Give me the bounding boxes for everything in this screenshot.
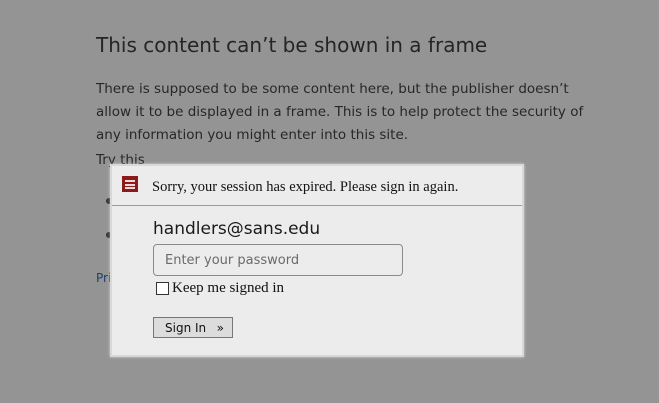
sign-in-label: Sign In bbox=[165, 320, 207, 335]
session-expired-dialog: Sorry, your session has expired. Please … bbox=[110, 164, 524, 357]
password-input[interactable] bbox=[153, 244, 403, 276]
keep-signed-in-label: Keep me signed in bbox=[172, 279, 285, 296]
sign-in-button[interactable]: Sign In » bbox=[153, 317, 233, 338]
keep-signed-in-checkbox[interactable] bbox=[156, 281, 169, 295]
session-expired-message: Sorry, your session has expired. Please … bbox=[152, 179, 459, 195]
keep-signed-in-row[interactable]: Keep me signed in bbox=[156, 279, 284, 297]
dialog-header: Sorry, your session has expired. Please … bbox=[112, 166, 522, 206]
double-chevron-right-icon: » bbox=[216, 320, 224, 335]
sans-logo-icon bbox=[122, 176, 138, 192]
username-label: handlers@sans.edu bbox=[153, 219, 321, 239]
